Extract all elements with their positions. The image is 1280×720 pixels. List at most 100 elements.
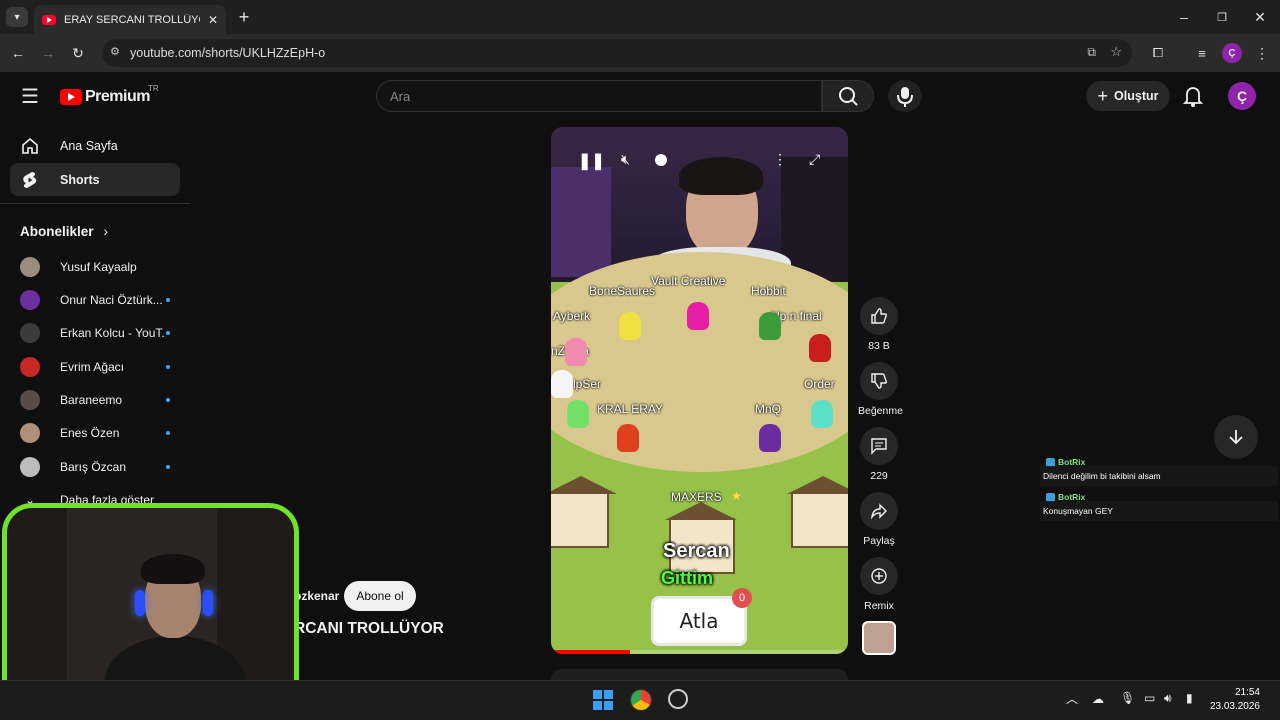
hamburger-menu-icon[interactable]: ☰ <box>18 85 42 108</box>
volume-slider[interactable] <box>655 154 745 166</box>
house-left <box>551 476 617 548</box>
sidebar-item-label: Shorts <box>60 172 100 187</box>
progress-bar[interactable] <box>551 650 848 654</box>
remix-action[interactable]: Remix <box>858 557 900 612</box>
browser-tab[interactable]: ERAY SERCANI TROLLÜYOR - YouTube ✕ <box>34 5 226 34</box>
channel-name[interactable]: ozkenar <box>294 589 339 603</box>
dislike-action[interactable]: Beğenme <box>858 362 903 417</box>
search-button[interactable] <box>822 80 874 112</box>
reload-button[interactable]: ↻ <box>68 43 88 63</box>
chrome-taskbar-icon[interactable] <box>630 689 652 711</box>
volume-knob[interactable] <box>655 154 667 166</box>
back-button[interactable]: ← <box>8 43 28 63</box>
share-icon <box>870 503 887 520</box>
like-button[interactable] <box>860 297 898 335</box>
channel-avatar <box>20 457 40 477</box>
channel-name: Erkan Kolcu - YouT... <box>60 326 166 340</box>
tab-title: ERAY SERCANI TROLLÜYOR - YouTube <box>64 13 200 26</box>
fullscreen-icon[interactable]: ⤢ <box>809 151 820 168</box>
subscription-item[interactable]: Barış Özcan <box>20 456 170 478</box>
chevron-right-icon: › <box>103 224 109 239</box>
shorts-player[interactable]: ❚❚ 🔇︎ ⋮ ⤢ Vault Creative BoneSaures Hobb… <box>551 127 848 654</box>
channel-name: Onur Naci Öztürk... <box>60 293 163 307</box>
onedrive-icon[interactable]: ☁ <box>1092 692 1104 706</box>
create-label: Oluştur <box>1114 89 1159 103</box>
comments-action[interactable]: 229 <box>858 427 900 482</box>
battery-icon[interactable]: ▮ <box>1186 691 1193 705</box>
extensions-icon[interactable]: ⧠ <box>1148 43 1168 63</box>
character-pink-small <box>565 338 587 366</box>
chat-message: Dilenci değilim bi takibini alsam <box>1040 466 1278 486</box>
subscriptions-header[interactable]: Abonelikler › <box>20 224 108 239</box>
caption-line2: Gittim <box>661 568 713 588</box>
install-app-icon[interactable]: ⧉ <box>1087 45 1096 60</box>
subscription-item[interactable]: Onur Naci Öztürk... <box>20 289 170 311</box>
new-content-dot <box>166 398 170 402</box>
subscription-item[interactable]: Baraneemo <box>20 389 170 411</box>
volume-tray-icon[interactable]: 🔊︎ <box>1164 691 1172 706</box>
more-options-icon[interactable]: ⋮ <box>773 151 787 168</box>
remix-button[interactable] <box>860 557 898 595</box>
player-label: Hobbit <box>751 284 786 298</box>
tab-search-button[interactable]: ▾ <box>6 7 28 27</box>
network-icon[interactable]: ▭ <box>1144 691 1155 705</box>
tab-strip: ▾ ERAY SERCANI TROLLÜYOR - YouTube ✕ + –… <box>0 0 1280 34</box>
windows-start-icon[interactable] <box>593 690 613 710</box>
dislike-button[interactable] <box>860 362 898 400</box>
new-content-dot <box>166 298 170 302</box>
player-label: Ayberk <box>553 309 591 323</box>
sidebar-item-shorts[interactable]: Shorts <box>10 163 180 196</box>
minimize-button[interactable]: – <box>1174 8 1194 26</box>
player-label: BoneSaures <box>589 284 656 298</box>
microphone-tray-icon[interactable]: 🎙︎ <box>1120 691 1135 705</box>
profile-avatar[interactable]: Ç <box>1222 43 1242 63</box>
subscription-item[interactable]: Enes Özen <box>20 422 170 444</box>
mute-icon[interactable]: 🔇︎ <box>621 151 630 168</box>
new-content-dot <box>166 331 170 335</box>
notifications-bell-icon[interactable] <box>1182 85 1204 107</box>
subscription-item[interactable]: Evrim Ağacı <box>20 356 170 378</box>
new-content-dot <box>166 465 170 469</box>
home-icon <box>22 137 38 154</box>
comments-button[interactable] <box>860 427 898 465</box>
subscribe-button[interactable]: Abone ol <box>344 581 416 611</box>
forward-button[interactable]: → <box>38 43 58 63</box>
like-action[interactable]: 83 B <box>858 297 900 352</box>
player-label: MnQ <box>755 402 782 416</box>
tab-close-icon[interactable]: ✕ <box>208 13 218 27</box>
close-window-button[interactable]: ✕ <box>1250 8 1270 26</box>
address-bar[interactable]: ⚙ youtube.com/shorts/UKLHZzEpH-o ⧉ ☆ <box>102 39 1132 67</box>
media-control-icon[interactable]: ≡ <box>1192 43 1212 63</box>
subscription-item[interactable]: Yusuf Kayaalp <box>20 256 170 278</box>
site-info-icon[interactable]: ⚙ <box>110 45 120 58</box>
next-short-preview[interactable] <box>551 669 848 680</box>
show-hidden-icons[interactable]: ︿ <box>1066 690 1078 707</box>
subscription-item[interactable]: Erkan Kolcu - YouT... <box>20 322 170 344</box>
character-orange <box>617 424 639 452</box>
skip-button[interactable]: Atla <box>651 596 747 646</box>
skip-count-badge: 0 <box>732 588 752 608</box>
account-avatar[interactable]: Ç <box>1228 82 1256 110</box>
share-button[interactable] <box>860 492 898 530</box>
browser-menu-icon[interactable]: ⋮ <box>1254 43 1270 63</box>
create-button[interactable]: + Oluştur <box>1086 81 1170 111</box>
search-input[interactable]: Ara <box>376 80 822 112</box>
remix-label: Remix <box>864 600 894 612</box>
pause-icon[interactable]: ❚❚ <box>578 151 605 171</box>
new-content-dot <box>166 365 170 369</box>
voice-search-button[interactable] <box>888 80 922 112</box>
next-short-button[interactable] <box>1214 415 1258 459</box>
bookmark-star-icon[interactable]: ☆ <box>1110 44 1122 60</box>
youtube-premium-logo[interactable]: Premium TR <box>60 84 159 106</box>
channel-avatar <box>20 323 40 343</box>
new-tab-button[interactable]: + <box>234 7 254 27</box>
sound-thumbnail[interactable] <box>862 621 896 655</box>
app-taskbar-icon[interactable] <box>668 689 688 709</box>
sidebar-item-home[interactable]: Ana Sayfa <box>10 129 180 162</box>
dislike-label: Beğenme <box>858 405 903 417</box>
share-action[interactable]: Paylaş <box>858 492 900 547</box>
logo-text: Premium <box>85 88 150 105</box>
maximize-button[interactable]: ❐ <box>1212 8 1232 26</box>
channel-name: Enes Özen <box>60 426 120 440</box>
taskbar-clock[interactable]: 21:54 23.03.2026 <box>1210 686 1260 714</box>
